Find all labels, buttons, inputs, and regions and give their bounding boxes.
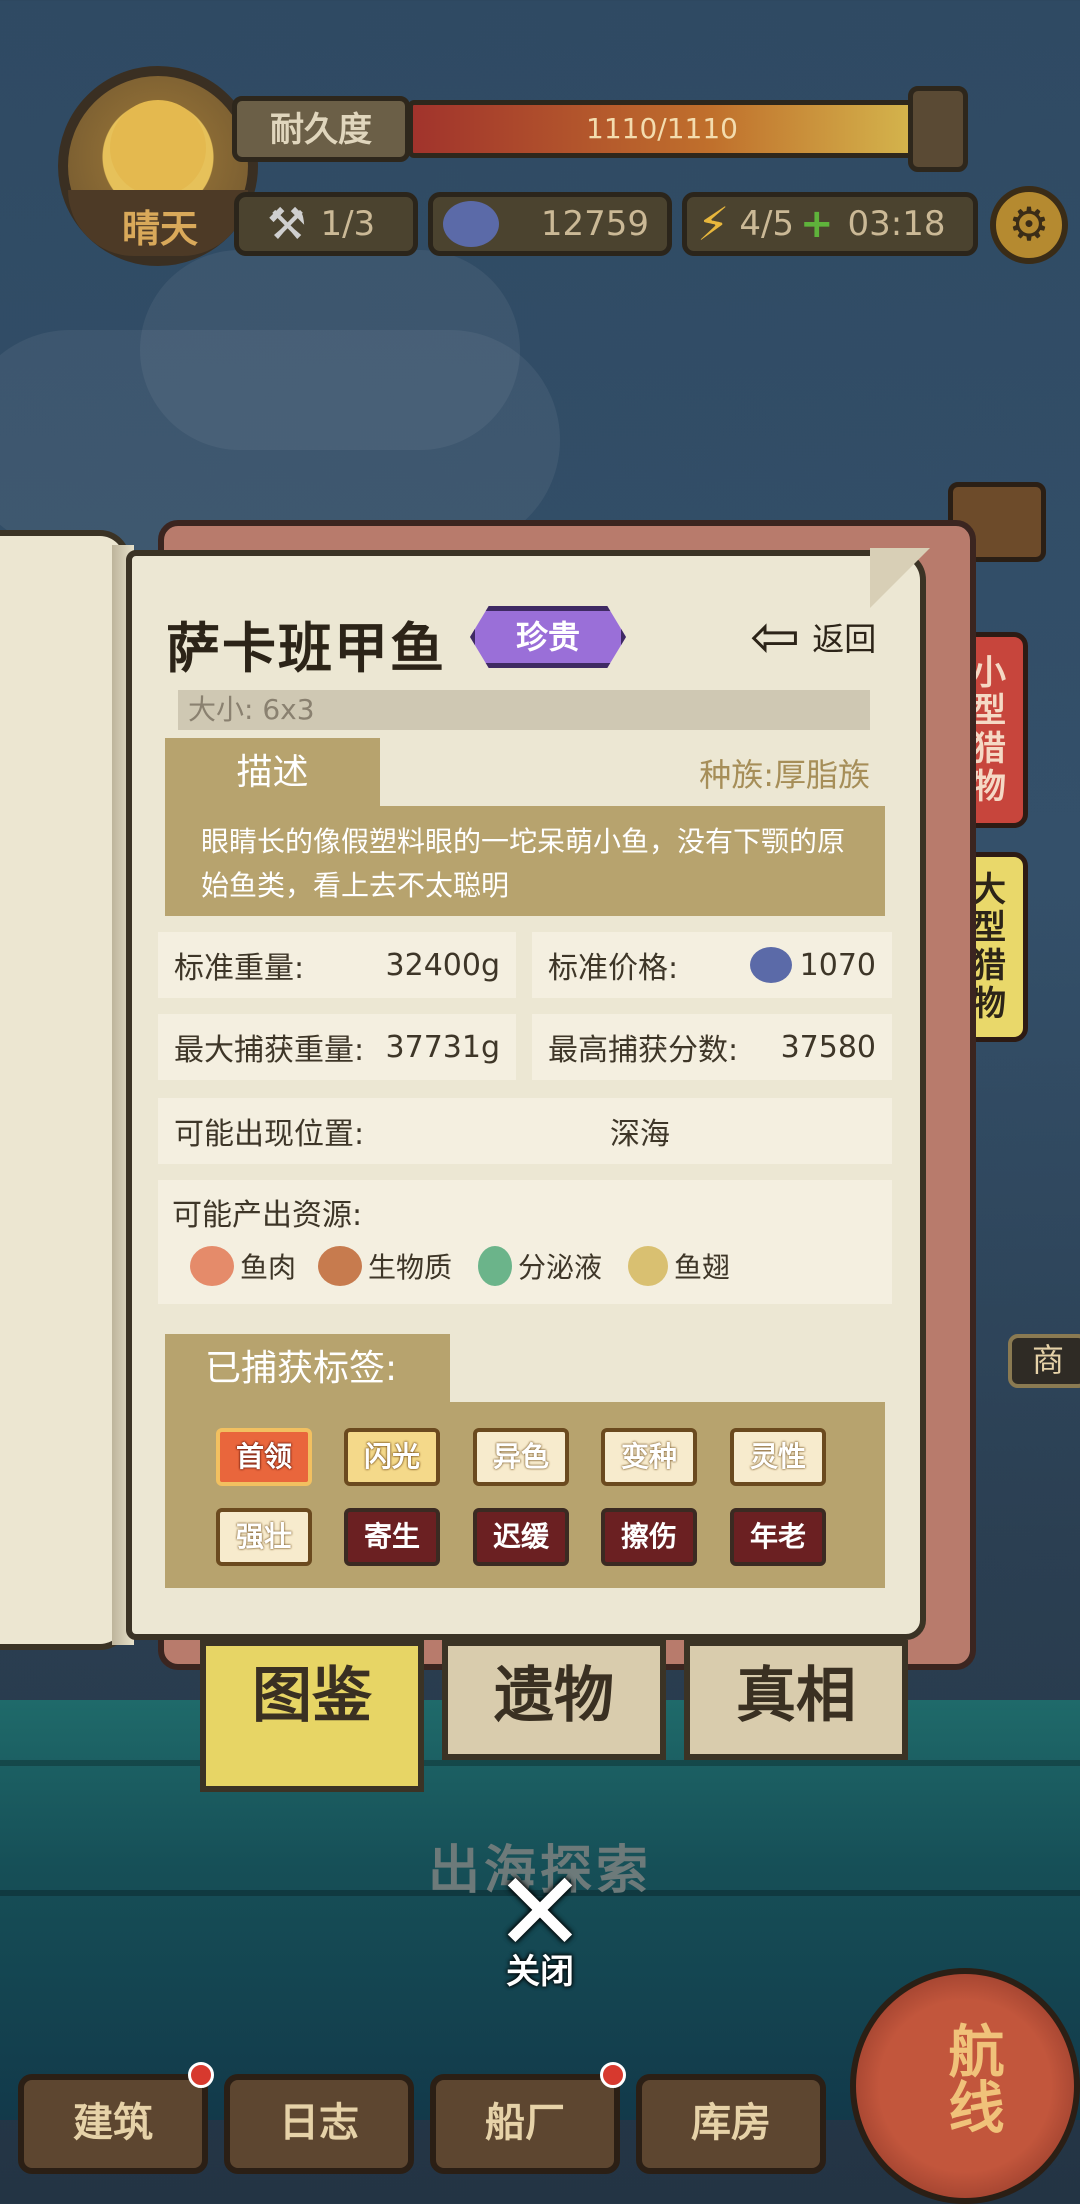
route-button[interactable]: 航线	[850, 1968, 1080, 2204]
description-tab: 描述	[165, 738, 380, 808]
max-score-value: 37580	[780, 1029, 876, 1065]
fish-meat-icon	[190, 1246, 234, 1286]
add-energy-icon[interactable]: +	[800, 201, 834, 247]
durability-cap	[908, 86, 968, 172]
durability-value: 1110/1110	[586, 112, 738, 145]
tag-sluggish[interactable]: 迟缓	[473, 1508, 569, 1566]
caught-tags-label: 已捕获标签:	[165, 1334, 450, 1404]
resource-label: 分泌液	[518, 1251, 603, 1284]
lightning-icon: ⚡	[697, 197, 730, 251]
sun-icon	[110, 100, 206, 196]
route-label: 航线	[939, 2022, 1004, 2134]
durability-bar: 1110/1110	[408, 100, 916, 158]
back-button[interactable]: ⇦ 返回	[750, 602, 877, 672]
durability-label: 耐久度	[232, 96, 410, 162]
tools-counter[interactable]: ⚒ 1/3	[234, 192, 418, 256]
max-weight-value: 37731g	[385, 1029, 500, 1065]
tag-leader[interactable]: 首领	[216, 1428, 312, 1486]
max-score-row: 最高捕获分数: 37580	[532, 1014, 892, 1080]
max-score-label: 最高捕获分数:	[548, 1033, 739, 1068]
size-row: 大小: 6x3	[178, 690, 870, 730]
nav-log[interactable]: 日志	[224, 2074, 414, 2174]
description-text: 眼睛长的像假塑料眼的一坨呆萌小鱼，没有下颚的原始鱼类，看上去不太聪明	[165, 806, 885, 916]
resource-fin: 鱼翅	[628, 1246, 730, 1286]
merchant-sign[interactable]: 商人	[1008, 1334, 1080, 1388]
energy-value: 4/5	[739, 204, 795, 244]
energy-timer: 03:18	[847, 204, 946, 244]
tag-strong[interactable]: 强壮	[216, 1508, 312, 1566]
tag-color-variant[interactable]: 异色	[473, 1428, 569, 1486]
std-price-row: 标准价格: 1070	[532, 932, 892, 998]
rarity-badge: 珍贵	[470, 606, 626, 668]
gear-icon[interactable]: ⚙	[990, 186, 1068, 264]
coin-value: 12759	[540, 204, 649, 244]
coin-counter[interactable]: 12759	[428, 192, 672, 256]
coin-pile-icon	[443, 201, 499, 247]
tools-value: 1/3	[320, 204, 376, 244]
std-weight-value: 32400g	[385, 947, 500, 983]
resource-fish-meat: 鱼肉	[190, 1246, 296, 1286]
tag-parasite[interactable]: 寄生	[344, 1508, 440, 1566]
tab-encyclopedia[interactable]: 图鉴	[200, 1640, 424, 1792]
tab-truth[interactable]: 真相	[684, 1640, 908, 1760]
std-price-label: 标准价格:	[548, 951, 679, 986]
nav-warehouse[interactable]: 库房	[636, 2074, 826, 2174]
tag-spirit[interactable]: 灵性	[730, 1428, 826, 1486]
tag-shiny[interactable]: 闪光	[344, 1428, 440, 1486]
location-row: 可能出现位置: 深海	[158, 1098, 892, 1164]
resource-secretion: 分泌液	[478, 1246, 602, 1286]
nav-shipyard[interactable]: 船厂	[430, 2074, 620, 2174]
energy-counter[interactable]: ⚡ 4/5 + 03:18	[682, 192, 978, 256]
hammer-icon: ⚒	[267, 198, 307, 250]
resource-label: 鱼肉	[240, 1251, 297, 1284]
nav-buildings[interactable]: 建筑	[18, 2074, 208, 2174]
std-weight-label: 标准重量:	[174, 951, 305, 986]
arrow-left-icon: ⇦	[750, 602, 801, 672]
coin-pile-icon	[749, 947, 792, 983]
max-weight-label: 最大捕获重量:	[174, 1033, 365, 1068]
fish-name: 萨卡班甲鱼	[166, 617, 446, 680]
species-label: 种族:厚脂族	[699, 756, 870, 794]
close-label[interactable]: 关闭	[480, 1944, 600, 1993]
location-label: 可能出现位置:	[174, 1117, 365, 1152]
fish-fin-icon	[628, 1246, 668, 1286]
book-left-page	[0, 530, 130, 1650]
resource-label: 鱼翅	[674, 1251, 731, 1284]
location-value: 深海	[610, 1117, 670, 1152]
notification-dot	[188, 2062, 214, 2088]
tag-scratched[interactable]: 擦伤	[601, 1508, 697, 1566]
std-weight-row: 标准重量: 32400g	[158, 932, 516, 998]
potion-bottle-icon	[478, 1246, 512, 1286]
biomass-icon	[318, 1246, 362, 1286]
resource-biomass: 生物质	[318, 1246, 452, 1286]
tab-relics[interactable]: 遗物	[442, 1640, 666, 1760]
page-curl	[870, 548, 930, 608]
tag-mutant[interactable]: 变种	[601, 1428, 697, 1486]
resources-label: 可能产出资源:	[172, 1198, 363, 1233]
cloud	[140, 250, 520, 450]
std-price-value: 1070	[799, 947, 876, 983]
tag-old[interactable]: 年老	[730, 1508, 826, 1566]
back-label: 返回	[812, 620, 877, 658]
max-weight-row: 最大捕获重量: 37731g	[158, 1014, 516, 1080]
weather-label: 晴天	[121, 207, 198, 251]
notification-dot	[600, 2062, 626, 2088]
resource-label: 生物质	[368, 1251, 453, 1284]
